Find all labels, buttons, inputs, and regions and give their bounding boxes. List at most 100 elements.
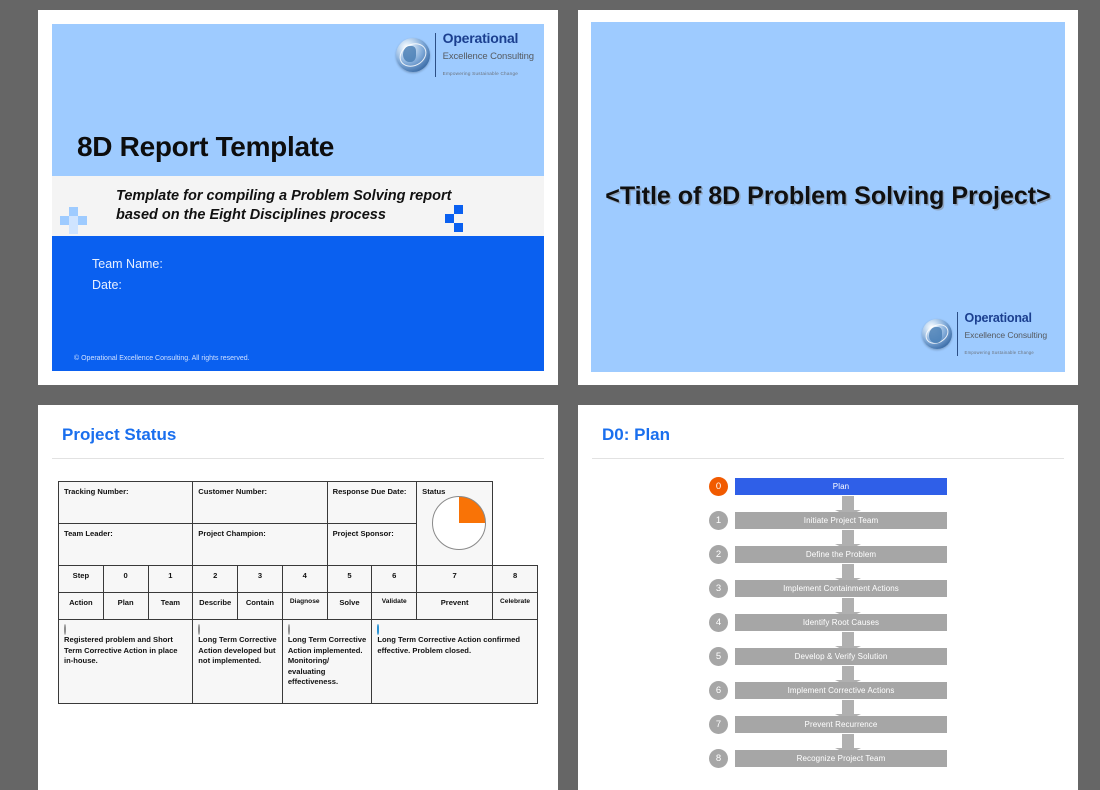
- flow-step-7[interactable]: 7 Prevent Recurrence: [709, 715, 947, 734]
- down-arrow-icon: [834, 496, 861, 516]
- flow-step-3[interactable]: 3 Implement Containment Actions: [709, 579, 947, 598]
- flow-step-number-7: 7: [709, 715, 728, 734]
- step-4: 4: [281, 565, 328, 593]
- flow-step-number-6: 6: [709, 681, 728, 700]
- slide-d0-plan[interactable]: D0: Plan 0 Plan 1 Initiate Project Team …: [578, 405, 1078, 790]
- down-arrow-icon: [834, 734, 861, 754]
- decorative-squares-left: [60, 207, 87, 234]
- logo-divider: [434, 33, 436, 77]
- logo-line2: Excellence Consulting: [442, 51, 534, 62]
- flow-step-1[interactable]: 1 Initiate Project Team: [709, 511, 947, 530]
- flow-step-label-6: Implement Corrective Actions: [735, 682, 947, 699]
- legend-pie-25: [64, 624, 66, 635]
- cell-tracking-number[interactable]: Tracking Number:: [57, 481, 194, 524]
- page-title: 8D Report Template: [77, 131, 335, 162]
- flow-step-number-1: 1: [709, 511, 728, 530]
- down-arrow-icon: [834, 666, 861, 686]
- flow-step-label-1: Initiate Project Team: [735, 512, 947, 529]
- cell-response-due-date[interactable]: Response Due Date:: [326, 481, 418, 524]
- flow-step-5[interactable]: 5 Develop & Verify Solution: [709, 647, 947, 666]
- cell-team-leader[interactable]: Team Leader:: [57, 523, 194, 566]
- table-row-legend: Registered problem and Short Term Correc…: [57, 619, 538, 704]
- legend-text-3: Long Term Corrective Action confirmed ef…: [377, 635, 520, 655]
- action-1: Team: [147, 592, 194, 620]
- flow-step-8[interactable]: 8 Recognize Project Team: [709, 749, 947, 768]
- action-2: Describe: [192, 592, 239, 620]
- status-pie-chart: [432, 496, 487, 550]
- legend-item-2: Long Term Corrective Action implemented.…: [281, 619, 373, 704]
- flow-step-4[interactable]: 4 Identify Root Causes: [709, 613, 947, 632]
- table-row-steps: Step 0 1 2 3 4 5 6 7 8: [58, 565, 538, 593]
- cell-status: Status: [416, 481, 494, 566]
- logo-line1: Operational: [442, 30, 519, 46]
- flow-step-label-2: Define the Problem: [735, 546, 947, 563]
- logo: Operational Excellence Consulting Empowe…: [395, 30, 534, 79]
- flow-step-label-3: Implement Containment Actions: [735, 580, 947, 597]
- down-arrow-icon: [834, 598, 861, 618]
- eight-d-flow-chart: 0 Plan 1 Initiate Project Team 2 Define …: [578, 459, 1078, 768]
- team-name-field[interactable]: Team Name:: [92, 254, 544, 275]
- slide-section-title[interactable]: <Title of 8D Problem Solving Project> Op…: [578, 10, 1078, 385]
- flow-step-label-4: Identify Root Causes: [735, 614, 947, 631]
- flow-step-2[interactable]: 2 Define the Problem: [709, 545, 947, 564]
- down-arrow-icon: [834, 700, 861, 720]
- flow-step-label-8: Recognize Project Team: [735, 750, 947, 767]
- flow-step-0[interactable]: 0 Plan: [709, 477, 947, 496]
- copyright-notice: © Operational Excellence Consulting. All…: [74, 355, 250, 362]
- globe-icon: [395, 38, 430, 72]
- step-0: 0: [102, 565, 149, 593]
- flow-step-number-4: 4: [709, 613, 728, 632]
- flow-step-6[interactable]: 6 Implement Corrective Actions: [709, 681, 947, 700]
- table-row-actions: Action Plan Team Describe Contain Diagno…: [58, 592, 538, 620]
- legend-text-0: Registered problem and Short Term Correc…: [64, 635, 178, 666]
- legend-pie-50: [198, 624, 201, 635]
- step-header: Step: [58, 565, 104, 593]
- flow-connector-3: [803, 598, 861, 618]
- flow-connector-0: [803, 496, 861, 516]
- page-title: D0: Plan: [602, 425, 671, 444]
- action-7: Prevent: [416, 592, 494, 620]
- legend-text-1: Long Term Corrective Action developed bu…: [198, 635, 277, 666]
- legend-pie-100: [377, 624, 380, 635]
- logo: Operational Excellence Consulting Empowe…: [921, 310, 1047, 358]
- decorative-squares-right: [445, 205, 471, 232]
- status-label: Status: [422, 487, 446, 496]
- cell-project-champion[interactable]: Project Champion:: [192, 523, 328, 566]
- table-row: Tracking Number: Customer Number: Respon…: [57, 481, 538, 566]
- slide-title-body: Team Name: Date: © Operational Excellenc…: [52, 236, 544, 371]
- step-8: 8: [492, 565, 538, 593]
- flow-step-number-2: 2: [709, 545, 728, 564]
- flow-connector-1: [803, 530, 861, 550]
- subtitle: Template for compiling a Problem Solving…: [116, 187, 451, 225]
- step-1: 1: [147, 565, 194, 593]
- action-0: Plan: [102, 592, 149, 620]
- logo-divider: [956, 312, 958, 356]
- logo-tagline: Empowering Sustainable Change: [964, 350, 1034, 355]
- legend-text-2: Long Term Corrective Action implemented.…: [287, 635, 367, 687]
- subtitle-line2: based on the Eight Disciplines process: [116, 207, 386, 223]
- globe-icon: [921, 319, 952, 349]
- step-5: 5: [326, 565, 373, 593]
- flow-connector-7: [803, 734, 861, 754]
- down-arrow-icon: [834, 564, 861, 584]
- legend-item-1: Long Term Corrective Action developed bu…: [192, 619, 283, 704]
- legend-pie-75: [287, 624, 290, 635]
- date-field[interactable]: Date:: [92, 275, 544, 296]
- slide-title[interactable]: Operational Excellence Consulting Empowe…: [38, 10, 558, 385]
- flow-step-number-3: 3: [709, 579, 728, 598]
- legend-item-3: Long Term Corrective Action confirmed ef…: [371, 619, 538, 704]
- action-6: Validate: [371, 592, 418, 620]
- flow-connector-6: [803, 700, 861, 720]
- flow-step-label-7: Prevent Recurrence: [735, 716, 947, 733]
- cell-project-sponsor[interactable]: Project Sponsor:: [326, 523, 418, 566]
- slide-project-status[interactable]: Project Status Tracking Number: Customer…: [38, 405, 558, 790]
- down-arrow-icon: [834, 530, 861, 550]
- flow-step-label-0: Plan: [735, 478, 947, 495]
- flow-step-number-5: 5: [709, 647, 728, 666]
- slide-title-subtitle-band: Template for compiling a Problem Solving…: [52, 176, 544, 236]
- action-8: Celebrate: [492, 592, 538, 620]
- cell-customer-number[interactable]: Customer Number:: [192, 481, 328, 524]
- page-title: Project Status: [62, 425, 177, 444]
- logo-tagline: Empowering Sustainable Change: [442, 71, 519, 76]
- slide-title-hero: Operational Excellence Consulting Empowe…: [52, 24, 544, 176]
